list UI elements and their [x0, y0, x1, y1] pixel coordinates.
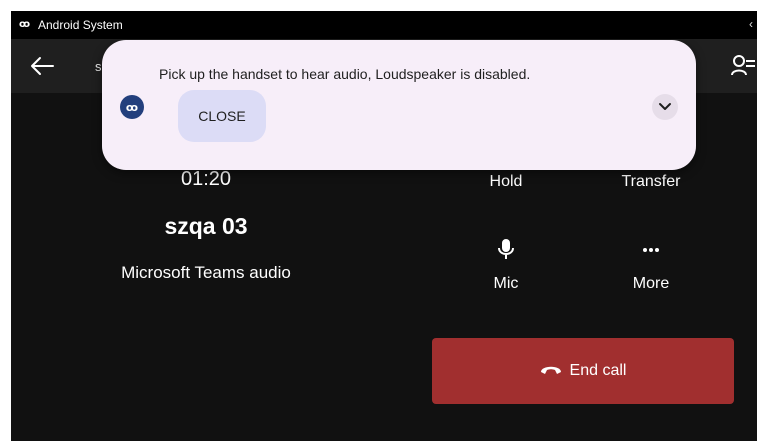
transfer-button[interactable]: Transfer	[606, 173, 696, 191]
notification-message: Pick up the handset to hear audio, Louds…	[159, 66, 531, 82]
status-bar: ꝏ Android System ‹	[11, 11, 757, 39]
status-app-name: Android System	[38, 18, 123, 32]
microphone-icon	[494, 237, 518, 261]
poly-logo-icon: ꝏ	[19, 19, 31, 30]
close-button[interactable]: CLOSE	[178, 90, 266, 142]
chevron-down-icon[interactable]	[652, 94, 678, 120]
header-title: s	[95, 59, 102, 74]
poly-app-icon: ꝏ	[120, 95, 144, 119]
mic-button[interactable]: Mic	[466, 237, 546, 293]
notification-banner: ꝏ Pick up the handset to hear audio, Lou…	[102, 40, 696, 170]
status-chevron-icon: ‹	[749, 17, 753, 31]
phone-hangup-icon	[540, 362, 562, 380]
caller-name: szqa 03	[164, 213, 248, 239]
more-button[interactable]: More	[606, 237, 696, 293]
end-call-button[interactable]: End call	[432, 338, 734, 404]
mic-label: Mic	[493, 275, 519, 292]
call-type: Microsoft Teams audio	[121, 263, 291, 282]
back-arrow-icon[interactable]	[29, 54, 55, 78]
more-label: More	[632, 275, 670, 292]
participants-icon[interactable]	[731, 53, 755, 79]
more-dots-icon	[639, 237, 663, 261]
end-call-label: End call	[569, 362, 627, 379]
hold-button[interactable]: Hold	[466, 173, 546, 191]
call-timer: 01:20	[180, 168, 232, 190]
hold-label: Hold	[489, 173, 523, 190]
transfer-label: Transfer	[621, 173, 681, 190]
